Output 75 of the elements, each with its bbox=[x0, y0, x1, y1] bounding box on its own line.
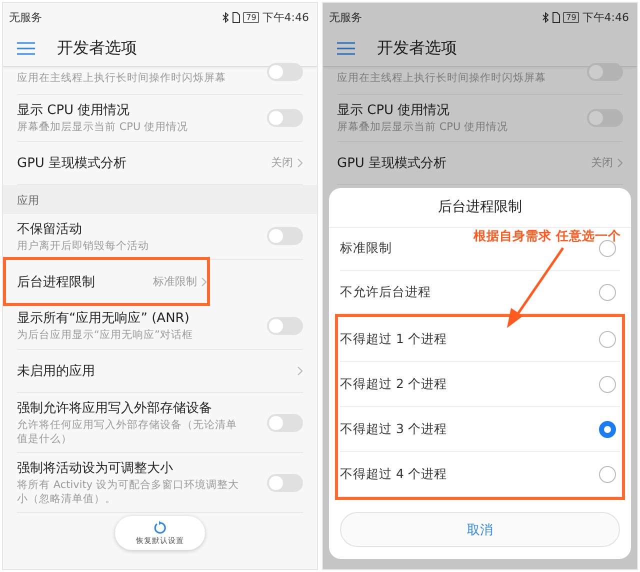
toggle-switch[interactable] bbox=[267, 317, 303, 336]
setting-title: 显示 CPU 使用情况 bbox=[337, 102, 451, 119]
option-row[interactable]: 不得超过 2 个进程 bbox=[340, 362, 620, 408]
setting-value: 标准限制 bbox=[153, 274, 197, 290]
setting-description: 屏幕叠加层显示当前 CPU 使用情况 bbox=[17, 121, 188, 135]
setting-description: 用户离开后即销毁每个活动 bbox=[17, 240, 149, 254]
setting-title: GPU 呈现模式分析 bbox=[337, 154, 447, 172]
chevron-right-icon bbox=[201, 276, 207, 287]
setting-row[interactable]: 显示 CPU 使用情况 屏幕叠加层显示当前 CPU 使用情况 bbox=[17, 95, 303, 142]
highlighted-row[interactable]: 后台进程限制 标准限制 bbox=[6, 260, 207, 304]
setting-row[interactable]: 显示 CPU 使用情况 屏幕叠加层显示当前 CPU 使用情况 bbox=[337, 95, 623, 142]
setting-description: 允许将任何应用写入外部存储设备（无论清单值是什么） bbox=[17, 418, 238, 446]
setting-title: 未启用的应用 bbox=[17, 362, 95, 380]
page-title: 开发者选项 bbox=[57, 38, 137, 59]
toggle-switch[interactable] bbox=[267, 62, 303, 80]
setting-row[interactable]: 不保留活动 用户离开后即销毁每个活动 bbox=[17, 214, 303, 260]
option-label: 不得超过 2 个进程 bbox=[340, 376, 447, 393]
setting-row[interactable]: 未启用的应用 bbox=[17, 350, 303, 393]
setting-description: 应用在主线程上执行长时间操作时闪烁屏幕 bbox=[17, 72, 226, 86]
clock-text: 下午4:46 bbox=[262, 10, 309, 24]
toggle-switch[interactable] bbox=[267, 414, 303, 432]
setting-title: 强制将活动设为可调整大小 bbox=[17, 460, 174, 478]
radio-button[interactable] bbox=[599, 420, 616, 438]
radio-button[interactable] bbox=[599, 466, 616, 483]
setting-description: 屏幕叠加层显示当前 CPU 使用情况 bbox=[337, 121, 508, 135]
option-row[interactable]: 不得超过 3 个进程 bbox=[340, 407, 620, 452]
option-label: 标准限制 bbox=[340, 240, 392, 258]
carrier-text: 无服务 bbox=[9, 10, 42, 24]
setting-row[interactable]: GPU 呈现模式分析 关闭 bbox=[337, 142, 623, 185]
radio-button[interactable] bbox=[599, 240, 616, 258]
toggle-switch[interactable] bbox=[587, 108, 623, 127]
radio-button[interactable] bbox=[599, 330, 616, 348]
sim-card-icon bbox=[552, 12, 560, 22]
dialog-title: 后台进程限制 bbox=[329, 188, 631, 228]
setting-description: 应用在主线程上执行长时间操作时闪烁屏幕 bbox=[337, 72, 546, 86]
sim-card-icon bbox=[232, 12, 240, 22]
radio-button[interactable] bbox=[599, 376, 616, 393]
refresh-icon bbox=[153, 520, 167, 535]
carrier-text: 无服务 bbox=[329, 10, 362, 24]
battery-level: 79 bbox=[243, 12, 260, 22]
battery-level: 79 bbox=[563, 12, 580, 22]
setting-row[interactable]: 显示所有“应用无响应” (ANR) 为后台应用显示“应用无响应”对话框 bbox=[17, 303, 303, 350]
option-row[interactable]: 不得超过 4 个进程 bbox=[340, 452, 620, 498]
menu-icon[interactable] bbox=[17, 42, 35, 55]
radio-button[interactable] bbox=[599, 284, 616, 301]
chevron-right-icon bbox=[297, 158, 303, 168]
toggle-switch[interactable] bbox=[267, 474, 303, 492]
setting-title: GPU 呈现模式分析 bbox=[17, 154, 127, 172]
setting-value: 关闭 bbox=[591, 155, 613, 170]
bluetooth-icon bbox=[222, 12, 230, 22]
chevron-right-icon bbox=[617, 158, 623, 168]
setting-title: 后台进程限制 bbox=[17, 274, 95, 291]
setting-description: 为后台应用显示“应用无响应”对话框 bbox=[17, 329, 193, 343]
section-header: 应用 bbox=[3, 184, 317, 214]
setting-title: 强制允许将应用写入外部存储设备 bbox=[17, 400, 213, 417]
toggle-switch[interactable] bbox=[267, 108, 303, 127]
setting-value: 关闭 bbox=[271, 155, 293, 170]
option-label: 不得超过 1 个进程 bbox=[340, 330, 447, 348]
annotation-text: 根据自身需求 任意选一个 bbox=[474, 228, 621, 245]
setting-title: 显示 CPU 使用情况 bbox=[17, 102, 131, 119]
clock-text: 下午4:46 bbox=[582, 10, 629, 24]
option-label: 不得超过 4 个进程 bbox=[340, 466, 447, 483]
setting-row[interactable]: 强制允许将应用写入外部存储设备 允许将任何应用写入外部存储设备（无论清单值是什么） bbox=[17, 392, 303, 454]
toggle-switch[interactable] bbox=[267, 227, 303, 246]
page-title: 开发者选项 bbox=[377, 38, 457, 59]
chevron-right-icon bbox=[297, 366, 303, 376]
toggle-switch[interactable] bbox=[587, 62, 623, 80]
option-label: 不允许后台进程 bbox=[340, 284, 431, 301]
menu-icon[interactable] bbox=[337, 42, 355, 55]
bluetooth-icon bbox=[542, 12, 550, 22]
setting-title: 不保留活动 bbox=[17, 220, 83, 238]
setting-title: 显示所有“应用无响应” (ANR) bbox=[17, 310, 190, 328]
setting-row[interactable]: 强制将活动设为可调整大小 将所有 Activity 设为可配合多窗口环境调整大小（忽略清单值）。 bbox=[17, 453, 303, 514]
setting-description: 将所有 Activity 设为可配合多窗口环境调整大小（忽略清单值）。 bbox=[17, 479, 240, 506]
option-label: 不得超过 3 个进程 bbox=[340, 420, 447, 438]
